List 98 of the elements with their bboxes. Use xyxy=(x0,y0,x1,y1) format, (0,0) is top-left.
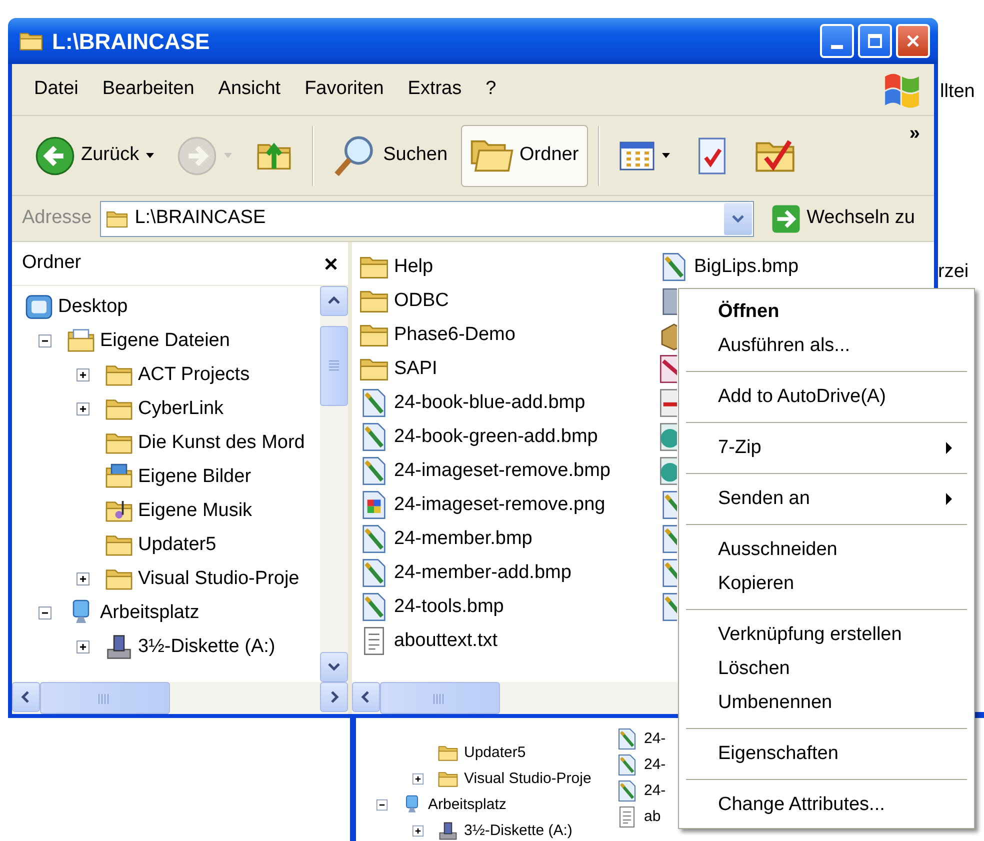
scroll-up-button[interactable] xyxy=(320,286,348,316)
tree-item[interactable]: 3½-Diskette (A:) xyxy=(464,820,572,841)
vertical-scrollbar[interactable] xyxy=(320,286,348,682)
file-name[interactable]: 24-tools.bmp xyxy=(394,592,504,622)
floppy-drive-icon xyxy=(437,820,459,841)
scrollbar-thumb[interactable] xyxy=(320,326,348,406)
submenu-arrow-icon xyxy=(945,441,953,455)
expand-icon[interactable] xyxy=(412,825,424,837)
close-icon xyxy=(905,33,921,49)
expand-icon[interactable] xyxy=(76,368,90,382)
maximize-icon xyxy=(867,33,883,49)
file-name[interactable]: 24-member.bmp xyxy=(394,524,532,554)
menu-item[interactable]: Extras xyxy=(396,73,474,106)
menu-item[interactable]: Ausführen als... xyxy=(682,329,971,363)
close-button[interactable] xyxy=(896,24,930,58)
scroll-left-button[interactable] xyxy=(12,682,40,712)
tree-item[interactable]: Arbeitsplatz xyxy=(96,598,204,628)
file-name[interactable]: Help xyxy=(394,252,434,282)
tree-item[interactable]: Arbeitsplatz xyxy=(428,794,506,816)
file-name[interactable]: ODBC xyxy=(394,286,449,316)
collapse-icon[interactable] xyxy=(38,334,52,348)
menu-item[interactable]: Umbenennen xyxy=(682,686,971,720)
tree-item[interactable]: Die Kunst des Mord xyxy=(134,428,309,458)
back-button[interactable]: Zurück xyxy=(26,124,164,186)
chevron-down-icon xyxy=(730,212,745,224)
menu-item[interactable]: Change Attributes... xyxy=(682,788,971,822)
minimize-button[interactable] xyxy=(820,24,854,58)
folders-button[interactable]: Ordner xyxy=(460,124,588,186)
search-button[interactable]: Suchen xyxy=(324,124,457,186)
menu-item[interactable]: Ansicht xyxy=(206,73,293,106)
menu-item[interactable]: ? xyxy=(474,73,508,106)
tree-item[interactable]: Visual Studio-Proje xyxy=(464,768,592,790)
caret-icon xyxy=(223,152,234,159)
go-button[interactable]: Wechseln zu xyxy=(762,198,924,238)
scroll-left-button[interactable] xyxy=(352,682,380,712)
background-text: rzei xyxy=(938,260,969,284)
file-name[interactable]: 24-book-green-add.bmp xyxy=(394,422,598,452)
tree-item[interactable]: Desktop xyxy=(54,292,132,322)
close-icon[interactable] xyxy=(324,256,338,270)
caret-icon xyxy=(660,152,671,159)
file-name[interactable]: BigLips.bmp xyxy=(694,252,799,282)
file-name[interactable]: ab xyxy=(644,806,661,828)
collapse-icon[interactable] xyxy=(38,606,52,620)
desktop-icon xyxy=(24,292,54,322)
maximize-button[interactable] xyxy=(858,24,892,58)
menu-item[interactable]: Öffnen xyxy=(682,295,971,329)
address-field[interactable]: L:\BRAINCASE xyxy=(100,200,754,236)
tree-item[interactable]: Eigene Dateien xyxy=(96,326,234,356)
menu-item[interactable]: Add to AutoDrive(A) xyxy=(682,380,971,414)
file-name[interactable]: 24- xyxy=(644,754,666,776)
menu-item[interactable]: Verknüpfung erstellen xyxy=(682,618,971,652)
menu-item[interactable]: Bearbeiten xyxy=(90,73,206,106)
scroll-right-button[interactable] xyxy=(320,682,348,712)
dropdown-button[interactable] xyxy=(724,202,752,234)
menu-item[interactable]: Senden an xyxy=(682,482,971,516)
file-name[interactable]: 24-member-add.bmp xyxy=(394,558,572,588)
file-name[interactable]: 24-book-blue-add.bmp xyxy=(394,388,586,418)
scroll-down-button[interactable] xyxy=(320,652,348,682)
file-name[interactable]: SAPI xyxy=(394,354,438,384)
menu-item[interactable]: Kopieren xyxy=(682,567,971,601)
minimize-icon xyxy=(831,45,843,49)
tree-item[interactable]: Eigene Bilder xyxy=(134,462,256,492)
pane-title: Ordner xyxy=(22,251,82,276)
window-title: L:\BRAINCASE xyxy=(52,28,211,56)
menu-item[interactable]: Löschen xyxy=(682,652,971,686)
menu-item[interactable]: Ausschneiden xyxy=(682,533,971,567)
menu-item[interactable]: Favoriten xyxy=(292,73,396,106)
file-name[interactable]: abouttext.txt xyxy=(394,626,498,656)
collapse-icon[interactable] xyxy=(376,799,388,811)
scrollbar-thumb[interactable] xyxy=(380,682,500,714)
menu-item[interactable]: Eigenschaften xyxy=(682,737,971,771)
menu-item[interactable]: Datei xyxy=(22,73,90,106)
scrollbar-thumb[interactable] xyxy=(40,682,170,714)
menu-item[interactable]: 7-Zip xyxy=(682,431,971,465)
toolbar-overflow-button[interactable]: » xyxy=(909,120,920,148)
file-name[interactable]: 24-imageset-remove.png xyxy=(394,490,606,520)
background-text: llten xyxy=(940,80,975,104)
horizontal-scrollbar[interactable] xyxy=(12,682,348,714)
tree-item[interactable]: Updater5 xyxy=(464,742,526,764)
address-label: Adresse xyxy=(22,206,92,230)
tree-item[interactable]: 3½-Diskette (A:) xyxy=(134,632,280,662)
file-name[interactable]: 24- xyxy=(644,780,666,802)
file-name[interactable]: 24- xyxy=(644,728,666,750)
expand-icon[interactable] xyxy=(76,402,90,416)
file-name[interactable]: Phase6-Demo xyxy=(394,320,516,350)
tree-item[interactable]: Visual Studio-Proje xyxy=(134,564,304,594)
tree-item[interactable]: ACT Projects xyxy=(134,360,254,390)
file-name[interactable]: 24-imageset-remove.bmp xyxy=(394,456,610,486)
expand-icon[interactable] xyxy=(76,640,90,654)
caret-icon xyxy=(145,152,156,159)
expand-icon[interactable] xyxy=(412,773,424,785)
grip-icon xyxy=(327,360,341,372)
submenu-arrow-icon xyxy=(945,492,953,506)
tree-item[interactable]: Updater5 xyxy=(134,530,220,560)
tree-item[interactable]: Eigene Musik xyxy=(134,496,256,526)
floppy-drive-icon xyxy=(104,632,134,662)
tree-item[interactable]: CyberLink xyxy=(134,394,228,424)
expand-icon[interactable] xyxy=(76,572,90,586)
